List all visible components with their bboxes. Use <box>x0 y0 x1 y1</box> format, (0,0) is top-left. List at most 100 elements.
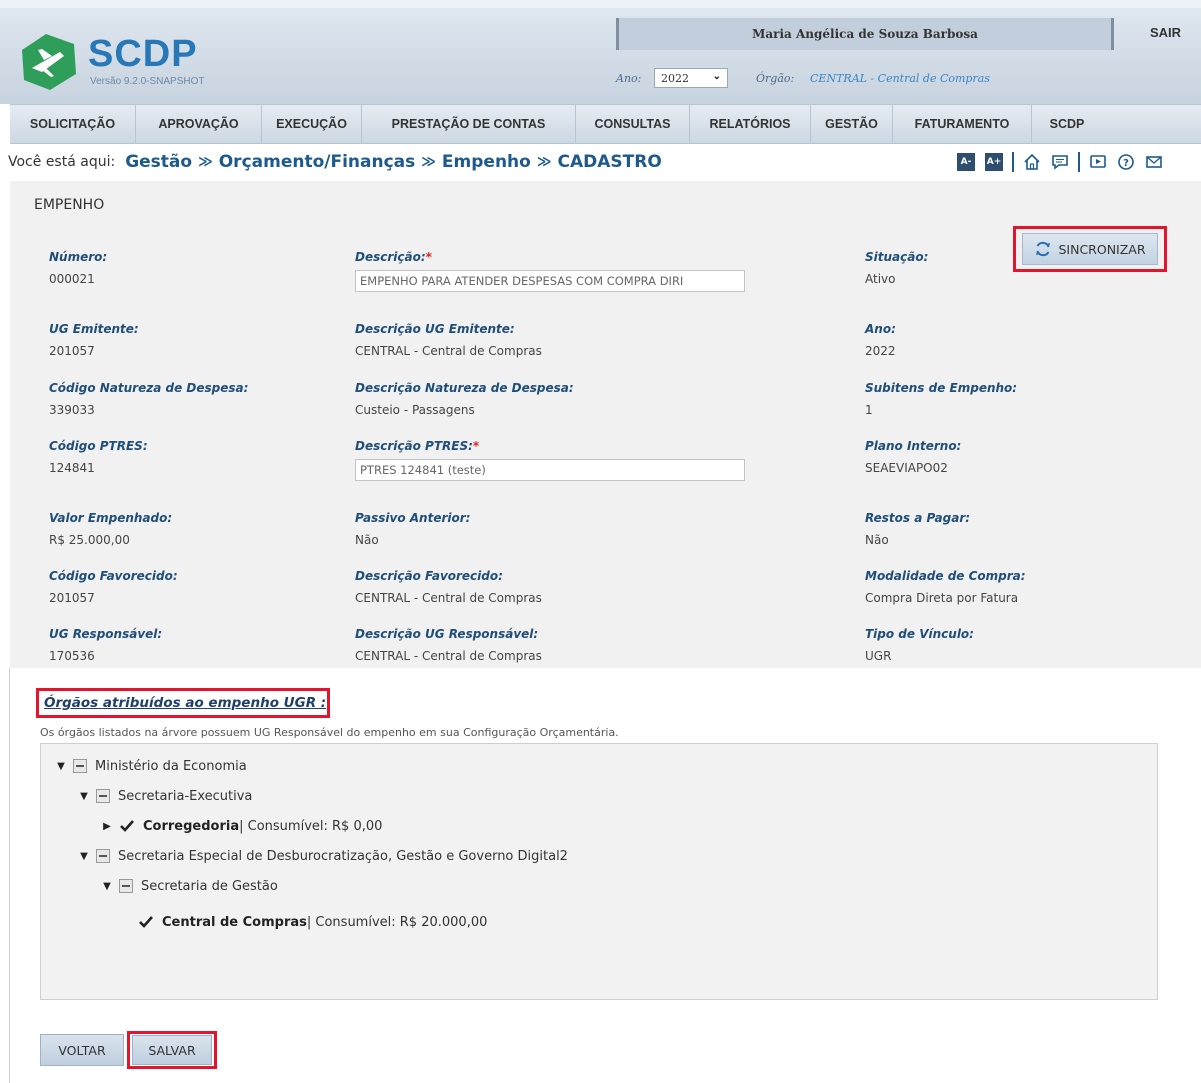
descricao-input[interactable]: EMPENHO PARA ATENDER DESPESAS COM COMPRA… <box>355 270 745 292</box>
desc-ptres-input[interactable]: PTRES 124841 (teste) <box>355 459 745 481</box>
field-numero: Número: 000021 <box>49 250 107 286</box>
expand-down-icon[interactable]: ▼ <box>78 851 90 862</box>
menu-consultas[interactable]: CONSULTAS <box>576 105 690 143</box>
sync-icon <box>1036 241 1051 257</box>
expand-right-icon[interactable]: ▶ <box>101 821 113 832</box>
breadcrumb: Você está aqui: Gestão ≫ Orçamento/Finan… <box>8 149 662 175</box>
menu-relatorios[interactable]: RELATÓRIOS <box>690 105 811 143</box>
font-decrease-label: A- <box>957 153 975 171</box>
mail-icon[interactable] <box>1144 152 1164 172</box>
cod-favorecido-value: 201057 <box>49 591 95 605</box>
video-icon[interactable] <box>1088 152 1108 172</box>
empenho-form-panel: EMPENHO Número: 000021 Descrição:* EMPEN… <box>10 181 1201 668</box>
checkmark-icon[interactable] <box>138 914 154 930</box>
tree-node-label: Secretaria-Executiva <box>118 788 253 804</box>
field-desc-natureza: Descrição Natureza de Despesa: Custeio -… <box>355 381 574 417</box>
desc-ug-responsavel-value: CENTRAL - Central de Compras <box>355 649 542 663</box>
field-desc-ptres: Descrição PTRES:* PTRES 124841 (teste) <box>355 439 745 481</box>
font-increase-icon[interactable]: A+ <box>984 152 1004 172</box>
font-increase-label: A+ <box>985 153 1003 171</box>
app-version: Versão 9.2.0-SNAPSHOT <box>90 76 205 87</box>
toolbar-divider <box>1012 152 1014 172</box>
field-modalidade: Modalidade de Compra: Compra Direta por … <box>865 569 1026 605</box>
breadcrumb-empenho[interactable]: Empenho <box>442 152 531 172</box>
subitens-value: 1 <box>865 403 873 417</box>
breadcrumb-orcamento-financas[interactable]: Orçamento/Finanças <box>219 152 416 172</box>
breadcrumb-separator: ≫ <box>421 154 436 170</box>
accessibility-toolbar: A- A+ ? <box>956 151 1172 173</box>
valor-empenhado-label: Valor Empenhado: <box>49 511 173 525</box>
menu-scdp[interactable]: SCDP <box>1032 105 1102 143</box>
numero-value: 000021 <box>49 272 95 286</box>
cod-favorecido-label: Código Favorecido: <box>49 569 178 583</box>
ano-select[interactable]: 2022 ⌄ <box>654 68 728 88</box>
partial-check-icon[interactable] <box>73 759 87 773</box>
required-marker: * <box>472 439 480 453</box>
situacao-value: Ativo <box>865 272 896 286</box>
tree-node-central-compras: Central de Compras | Consumível: R$ 20.0… <box>138 912 487 932</box>
cod-natureza-value: 339033 <box>49 403 95 417</box>
desc-favorecido-label: Descrição Favorecido: <box>355 569 503 583</box>
salvar-button[interactable]: SALVAR <box>132 1035 212 1065</box>
orgaos-tree: ▼ Ministério da Economia ▼ Secretaria-Ex… <box>40 743 1158 1000</box>
field-passivo-anterior: Passivo Anterior: Não <box>355 511 470 547</box>
tree-node-secretaria-gestao: ▼ Secretaria de Gestão <box>101 876 278 896</box>
orgao-label: Órgão: <box>756 72 795 85</box>
checkmark-icon[interactable] <box>119 818 135 834</box>
voltar-button[interactable]: VOLTAR <box>40 1034 124 1066</box>
menu-aprovacao[interactable]: APROVAÇÃO <box>136 105 262 143</box>
field-subitens: Subitens de Empenho: 1 <box>865 381 1017 417</box>
tree-node-corregedoria: ▶ Corregedoria | Consumível: R$ 0,00 <box>101 816 382 836</box>
partial-check-icon[interactable] <box>119 879 133 893</box>
tipo-vinculo-value: UGR <box>865 649 892 663</box>
passivo-anterior-label: Passivo Anterior: <box>355 511 471 525</box>
tree-node-consumivel: | Consumível: R$ 0,00 <box>239 818 383 834</box>
tree-node-label: Secretaria Especial de Desburocratização… <box>118 848 568 864</box>
desc-ug-emitente-value: CENTRAL - Central de Compras <box>355 344 542 358</box>
tree-node-label: Central de Compras <box>162 914 307 930</box>
plano-interno-label: Plano Interno: <box>865 439 962 453</box>
orgao-value[interactable]: CENTRAL - Central de Compras <box>810 72 990 85</box>
partial-check-icon[interactable] <box>96 789 110 803</box>
font-decrease-icon[interactable]: A- <box>956 152 976 172</box>
field-ug-responsavel: UG Responsável: 170536 <box>49 627 162 663</box>
restos-pagar-label: Restos a Pagar: <box>865 511 971 525</box>
numero-label: Número: <box>49 250 108 264</box>
expand-down-icon[interactable]: ▼ <box>55 761 67 772</box>
partial-check-icon[interactable] <box>96 849 110 863</box>
logout-link[interactable]: SAIR <box>1150 25 1181 40</box>
field-desc-ug-emitente: Descrição UG Emitente: CENTRAL - Central… <box>355 322 542 358</box>
desc-natureza-value: Custeio - Passagens <box>355 403 475 417</box>
breadcrumb-separator: ≫ <box>198 154 213 170</box>
desc-favorecido-value: CENTRAL - Central de Compras <box>355 591 542 605</box>
required-marker: * <box>425 250 432 264</box>
ug-responsavel-value: 170536 <box>49 649 95 663</box>
field-valor-empenhado: Valor Empenhado: R$ 25.000,00 <box>49 511 172 547</box>
menu-gestao[interactable]: GESTÃO <box>811 105 893 143</box>
expand-down-icon[interactable]: ▼ <box>101 881 113 892</box>
modalidade-value: Compra Direta por Fatura <box>865 591 1019 605</box>
field-desc-ug-responsavel: Descrição UG Responsável: CENTRAL - Cent… <box>355 627 542 663</box>
field-situacao: Situação: Ativo <box>865 250 928 286</box>
menu-prestacao-contas[interactable]: PRESTAÇÃO DE CONTAS <box>362 105 576 143</box>
ug-emitente-label: UG Emitente: <box>49 322 139 336</box>
tree-node-label: Secretaria de Gestão <box>141 878 278 894</box>
chat-icon[interactable] <box>1050 152 1070 172</box>
cod-ptres-label: Código PTRES: <box>49 439 148 453</box>
tipo-vinculo-label: Tipo de Vínculo: <box>865 627 974 641</box>
ano-label: Ano: <box>616 72 642 85</box>
sincronizar-label: SINCRONIZAR <box>1058 241 1146 257</box>
help-icon[interactable]: ? <box>1116 152 1136 172</box>
tree-node-consumivel: | Consumível: R$ 20.000,00 <box>306 914 488 930</box>
home-icon[interactable] <box>1022 152 1042 172</box>
app-logo-text: SCDP <box>88 33 198 75</box>
breadcrumb-gestao[interactable]: Gestão <box>125 152 192 172</box>
menu-faturamento[interactable]: FATURAMENTO <box>893 105 1032 143</box>
sincronizar-button[interactable]: SINCRONIZAR <box>1022 233 1158 265</box>
menu-execucao[interactable]: EXECUÇÃO <box>262 105 362 143</box>
chevron-down-icon: ⌄ <box>712 71 721 82</box>
desc-ptres-label: Descrição PTRES: <box>355 439 473 453</box>
menu-solicitacao[interactable]: SOLICITAÇÃO <box>10 105 136 143</box>
expand-down-icon[interactable]: ▼ <box>78 791 90 802</box>
svg-text:?: ? <box>1123 158 1129 169</box>
